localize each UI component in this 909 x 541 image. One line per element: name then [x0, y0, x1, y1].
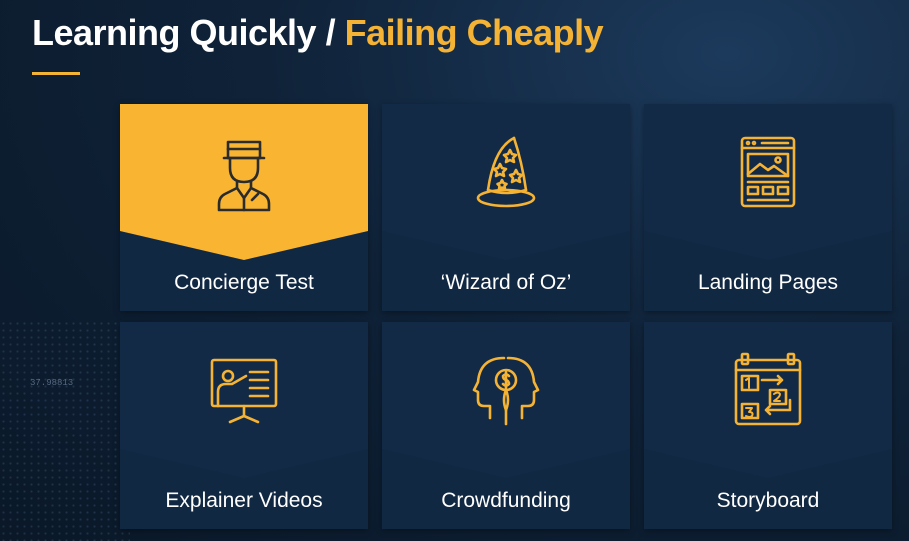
title-underline [32, 72, 80, 75]
tile-label: Explainer Videos [165, 489, 323, 512]
tile-label: Crowdfunding [441, 489, 571, 512]
background-dot-pattern [0, 320, 130, 541]
title-main: Learning Quickly / [32, 12, 345, 53]
page-title: Learning Quickly / Failing Cheaply [32, 12, 604, 54]
concierge-icon [204, 132, 284, 212]
background-number: 37.98813 [30, 378, 74, 388]
tile-label: Landing Pages [697, 271, 839, 294]
landing-page-icon [728, 132, 808, 212]
wizard-hat-icon [466, 132, 546, 212]
presentation-icon [204, 350, 284, 430]
tile-label: Storyboard [716, 489, 820, 512]
title-accent: Failing Cheaply [344, 12, 604, 53]
crowdfunding-heads-icon [466, 350, 546, 430]
tile-landing-pages[interactable]: Landing Pages [644, 104, 892, 311]
tile-label: ‘Wizard of Oz’ [440, 271, 572, 294]
tile-explainer-videos[interactable]: Explainer Videos [120, 322, 368, 529]
tile-concierge-test[interactable]: Concierge Test [120, 104, 368, 311]
storyboard-icon [728, 350, 808, 430]
tile-storyboard[interactable]: Storyboard [644, 322, 892, 529]
tile-wizard-of-oz[interactable]: ‘Wizard of Oz’ [382, 104, 630, 311]
tile-crowdfunding[interactable]: Crowdfunding [382, 322, 630, 529]
method-grid: Concierge Test ‘Wizard of Oz’ Landing Pa… [120, 104, 892, 529]
tile-label: Concierge Test [174, 271, 314, 294]
